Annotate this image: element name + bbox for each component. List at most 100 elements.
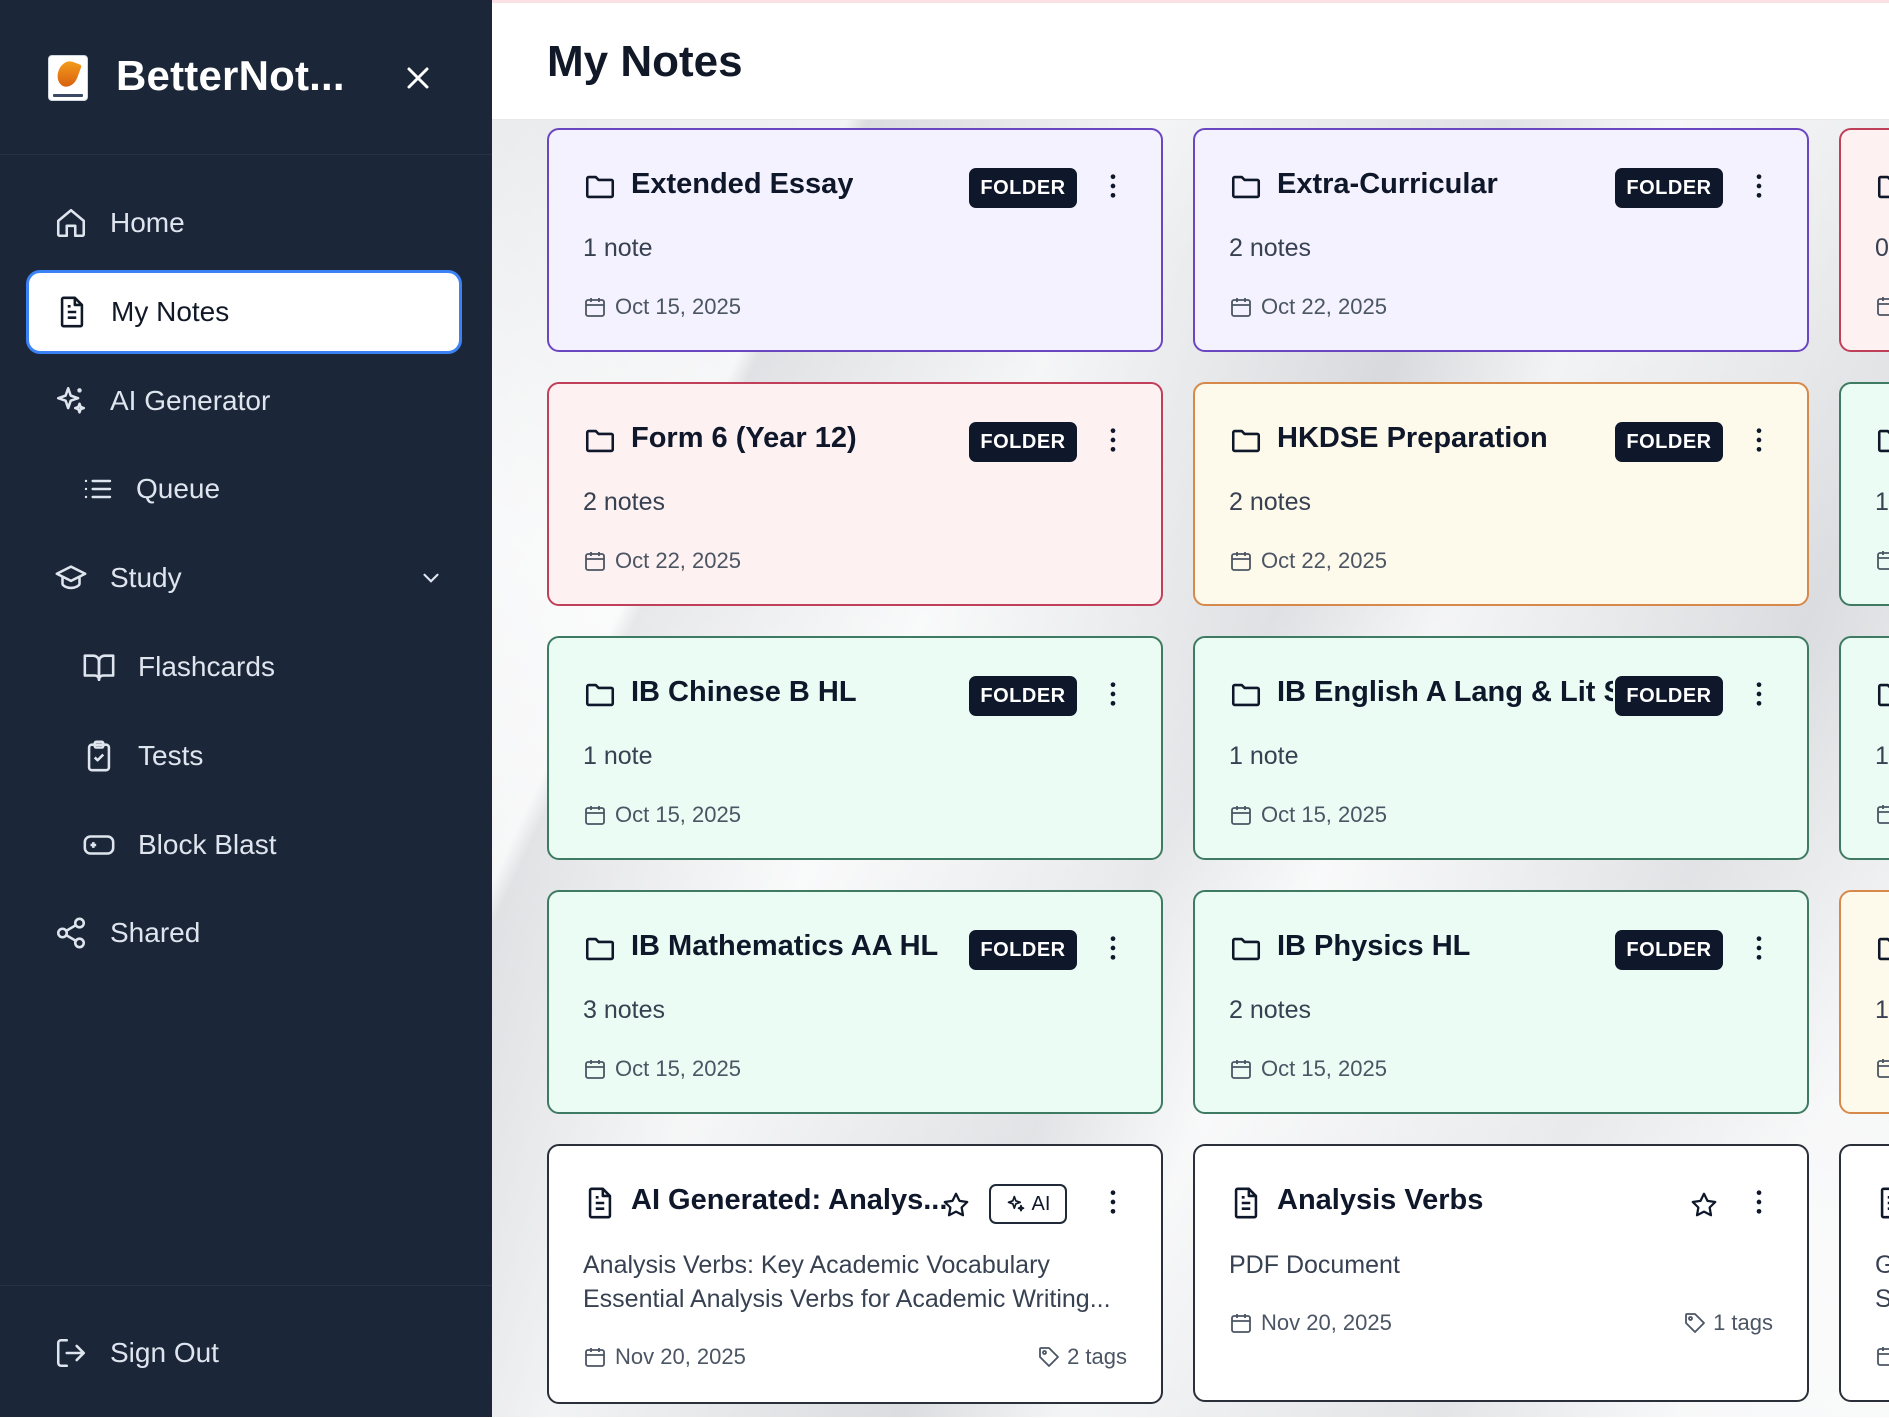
tag-icon (1685, 1313, 1705, 1333)
ai-badge: AI (989, 1184, 1067, 1224)
folder-card-partial[interactable]: 1 (1839, 636, 1889, 860)
more-options-button[interactable] (1099, 928, 1127, 968)
folder-badge: FOLDER (969, 422, 1077, 462)
calendar-icon (1231, 1060, 1251, 1079)
folder-card-partial[interactable]: 1 (1839, 890, 1889, 1114)
more-options-button[interactable] (1745, 928, 1773, 968)
more-options-button[interactable] (1745, 166, 1773, 206)
close-sidebar-button[interactable] (400, 60, 436, 96)
card-date: Oct 15, 2025 (1261, 1056, 1387, 1081)
folder-title: IB English A Lang & Lit SL (1277, 676, 1613, 708)
note-card[interactable]: AI Generated: Analys... AI Analysis Verb… (547, 1144, 1163, 1404)
calendar-icon (1877, 297, 1889, 316)
clipboard-check-icon (87, 740, 111, 772)
folder-icon (1231, 175, 1261, 199)
more-options-button[interactable] (1745, 1182, 1773, 1222)
calendar-icon (585, 806, 605, 825)
more-options-button[interactable] (1099, 1182, 1127, 1222)
app-name: BetterNot... (116, 52, 345, 99)
calendar-icon (585, 552, 605, 571)
note-count: 3 notes (583, 996, 666, 1024)
more-options-button[interactable] (1099, 674, 1127, 714)
sidebar-item-home[interactable]: Home (54, 194, 185, 252)
sidebar-item-study[interactable]: Study (54, 549, 444, 607)
calendar-icon (1231, 806, 1251, 825)
folder-card-partial[interactable]: 0 (1839, 128, 1889, 352)
more-options-button[interactable] (1099, 166, 1127, 206)
sidebar-item-my-notes[interactable]: My Notes (26, 270, 462, 354)
note-title: Analysis Verbs (1277, 1184, 1484, 1216)
sign-out-button[interactable]: Sign Out (54, 1324, 219, 1382)
more-vertical-icon (1110, 682, 1116, 706)
note-count: 1 note (1229, 742, 1299, 770)
folder-badge: FOLDER (1615, 422, 1723, 462)
sparkles-icon (1007, 1195, 1024, 1212)
sidebar-item-block-blast[interactable]: Block Blast (82, 816, 277, 874)
note-count: 1 note (583, 742, 653, 770)
folder-card[interactable]: Form 6 (Year 12) FOLDER 2 notes Oct 22, … (547, 382, 1163, 606)
folder-title: Extended Essay (631, 168, 854, 200)
note-card-partial[interactable]: G S (1839, 1144, 1889, 1402)
folder-card[interactable]: IB Mathematics AA HL FOLDER 3 notes Oct … (547, 890, 1163, 1114)
more-vertical-icon (1756, 1190, 1762, 1214)
note-count: 0 (1875, 234, 1889, 262)
favorite-button[interactable] (941, 1190, 971, 1220)
sidebar: BetterNot... Home My Notes AI Generator … (0, 0, 492, 1417)
folder-card[interactable]: Extended Essay FOLDER 1 note Oct 15, 202… (547, 128, 1163, 352)
calendar-icon (1231, 298, 1251, 317)
main-content: My Notes Extended Essay FOLDER 1 note Oc… (492, 0, 1889, 1417)
header: My Notes (492, 0, 1889, 120)
more-vertical-icon (1756, 682, 1762, 706)
sign-out-label: Sign Out (110, 1337, 219, 1368)
folder-badge: FOLDER (1615, 930, 1723, 970)
card-date: Oct 22, 2025 (1261, 294, 1387, 319)
more-vertical-icon (1756, 936, 1762, 960)
sidebar-item-label: Shared (110, 917, 201, 948)
more-vertical-icon (1756, 174, 1762, 198)
folder-card[interactable]: IB Chinese B HL FOLDER 1 note Oct 15, 20… (547, 636, 1163, 860)
card-date: Oct 15, 2025 (1261, 802, 1387, 827)
folder-card[interactable]: IB English A Lang & Lit SL FOLDER 1 note… (1193, 636, 1809, 860)
calendar-icon (585, 1060, 605, 1079)
tag-icon (1039, 1347, 1059, 1367)
card-date: Nov 20, 2025 (615, 1344, 746, 1369)
card-date: Oct 15, 2025 (615, 294, 741, 319)
note-count: 1 (1875, 742, 1889, 770)
document-icon (1880, 1187, 1889, 1219)
more-options-button[interactable] (1099, 420, 1127, 460)
sidebar-item-queue[interactable]: Queue (82, 460, 220, 518)
document-icon (588, 1187, 612, 1219)
log-out-icon (56, 1338, 86, 1368)
note-description-line2: S (1875, 1282, 1889, 1316)
folder-card[interactable]: Extra-Curricular FOLDER 2 notes Oct 22, … (1193, 128, 1809, 352)
sidebar-item-label: AI Generator (110, 385, 271, 416)
folder-card[interactable]: IB Physics HL FOLDER 2 notes Oct 15, 202… (1193, 890, 1809, 1114)
favorite-button[interactable] (1689, 1190, 1719, 1220)
star-icon (943, 1192, 969, 1217)
page-title: My Notes (547, 37, 743, 86)
more-options-button[interactable] (1745, 674, 1773, 714)
calendar-icon (1231, 1314, 1251, 1333)
sidebar-item-shared[interactable]: Shared (54, 904, 200, 962)
sidebar-item-flashcards[interactable]: Flashcards (82, 638, 275, 696)
sidebar-item-ai-generator[interactable]: AI Generator (54, 372, 270, 430)
note-description-line2: Essential Analysis Verbs for Academic Wr… (583, 1285, 1111, 1313)
sidebar-header: BetterNot... (0, 0, 492, 155)
note-description-line1: Analysis Verbs: Key Academic Vocabulary (583, 1251, 1050, 1279)
folder-badge: FOLDER (969, 676, 1077, 716)
share-icon (56, 917, 86, 949)
tag-count: 1 tags (1713, 1310, 1773, 1335)
folder-icon (1877, 175, 1889, 199)
more-options-button[interactable] (1745, 420, 1773, 460)
folder-icon (1231, 683, 1261, 707)
more-vertical-icon (1110, 936, 1116, 960)
sidebar-item-label: Study (110, 562, 182, 593)
folder-card[interactable]: HKDSE Preparation FOLDER 2 notes Oct 22,… (1193, 382, 1809, 606)
folder-icon (585, 937, 615, 961)
sidebar-item-tests[interactable]: Tests (82, 727, 203, 785)
folder-icon (585, 175, 615, 199)
folder-badge: FOLDER (1615, 168, 1723, 208)
note-card[interactable]: Analysis Verbs PDF Document Nov 20, 2025… (1193, 1144, 1809, 1402)
sidebar-item-label: Queue (136, 473, 221, 504)
folder-card-partial[interactable]: 1 (1839, 382, 1889, 606)
